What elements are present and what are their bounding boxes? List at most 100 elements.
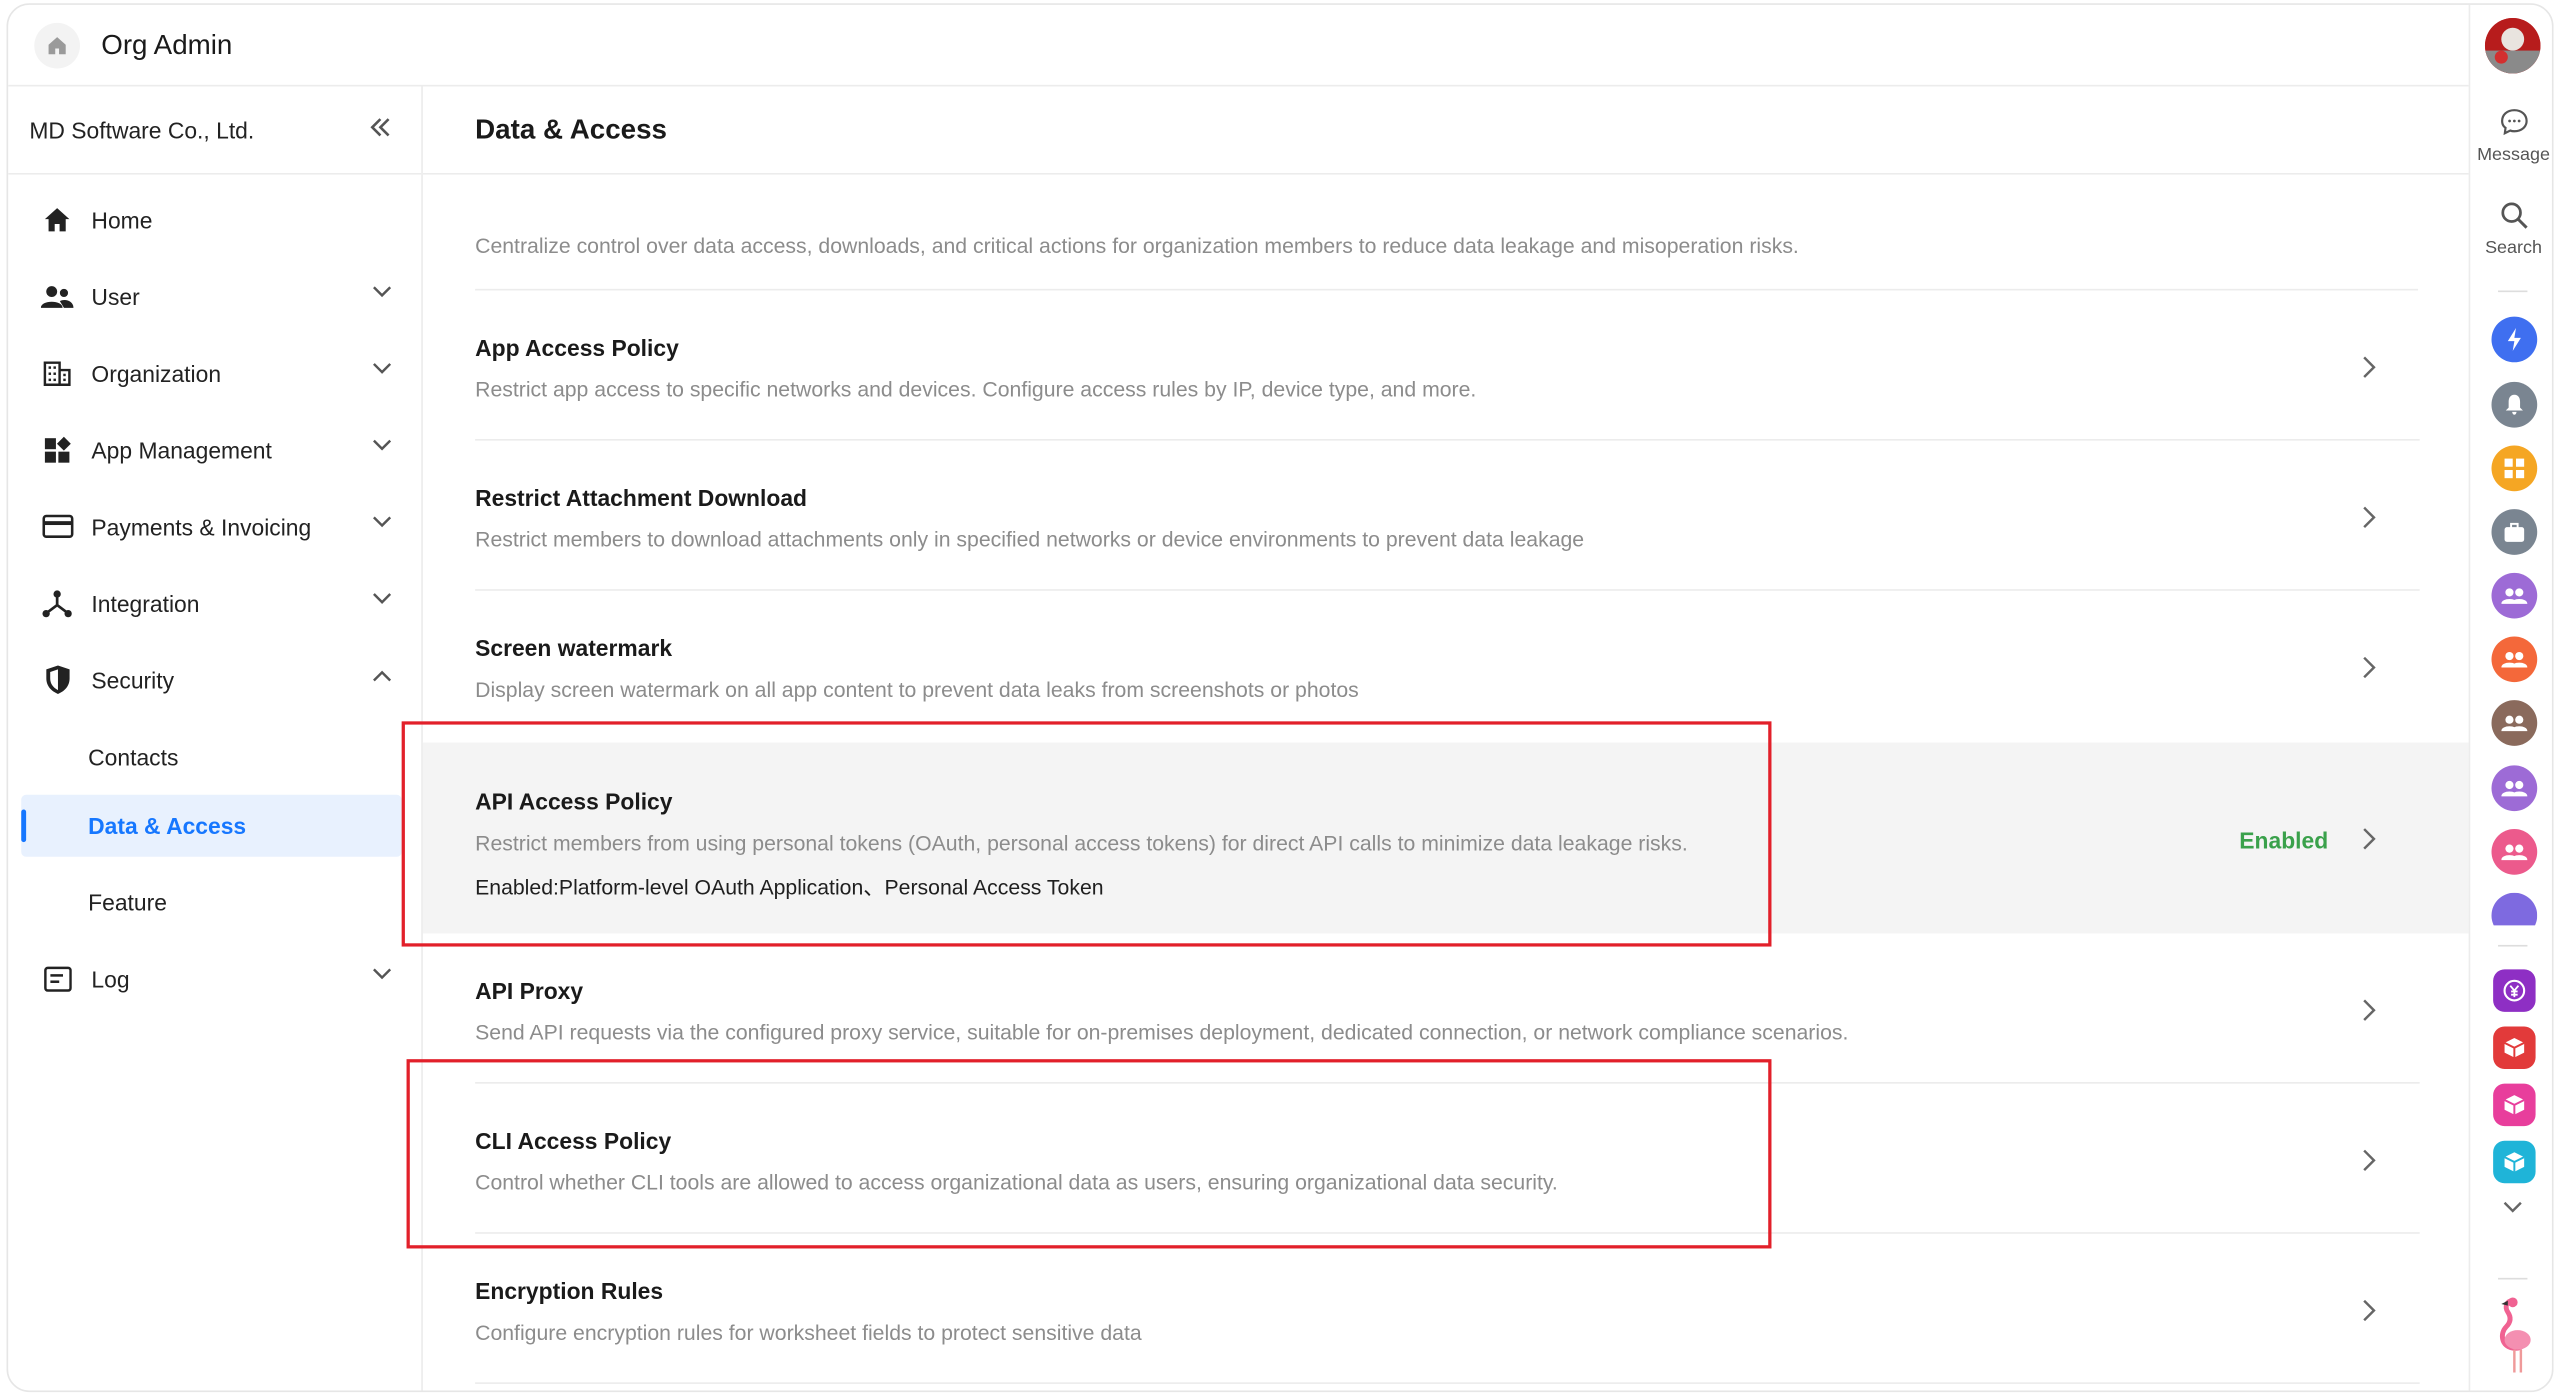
sidebar-item-label: Log xyxy=(91,965,130,992)
org-name: MD Software Co., Ltd. xyxy=(29,116,255,143)
divider xyxy=(2498,944,2528,947)
box-red-app-icon[interactable] xyxy=(2493,1026,2536,1069)
group-violet-icon[interactable] xyxy=(2491,765,2538,812)
chevron-right-icon xyxy=(2363,828,2376,850)
chevron-right-icon xyxy=(2363,999,2376,1021)
policy-description: Display screen watermark on all app cont… xyxy=(475,677,1359,702)
policy-title: App Access Policy xyxy=(475,334,679,361)
policy-description: Configure encryption rules for worksheet… xyxy=(475,1320,1142,1345)
chevron-down-icon[interactable] xyxy=(2503,1201,2523,1214)
finance-app-icon[interactable] xyxy=(2493,969,2536,1012)
briefcase-app-icon[interactable] xyxy=(2491,509,2538,555)
top-bar: Org Admin xyxy=(8,5,2469,87)
divider xyxy=(2498,290,2528,293)
group-purple-icon[interactable] xyxy=(2491,572,2538,619)
sidebar-item-integration[interactable]: Integration xyxy=(8,565,421,642)
sidebar-item-label: Contacts xyxy=(88,743,179,770)
home-button[interactable] xyxy=(34,22,81,68)
group-pink-icon[interactable] xyxy=(2491,829,2538,875)
search-button[interactable]: Search xyxy=(2470,199,2552,258)
divider xyxy=(475,1382,2420,1384)
sidebar-item-organization[interactable]: Organization xyxy=(8,335,421,412)
group-partial-icon[interactable] xyxy=(2491,892,2538,926)
chevron-right-icon xyxy=(2363,356,2376,378)
sidebar-item-contacts[interactable]: Contacts xyxy=(8,718,421,795)
page-header: Data & Access xyxy=(422,86,2469,175)
policy-title: Screen watermark xyxy=(475,634,673,661)
sidebar-item-label: Data & Access xyxy=(88,812,247,839)
workflow-app-icon[interactable] xyxy=(2491,316,2538,363)
policy-row-screen-watermark[interactable]: Screen watermark Display screen watermar… xyxy=(423,591,2469,743)
policy-row-encryption-rules[interactable]: Encryption Rules Configure encryption ru… xyxy=(423,1234,2469,1384)
policy-title: Encryption Rules xyxy=(475,1277,664,1304)
chevron-down-icon xyxy=(373,593,392,604)
policy-title: Restrict Attachment Download xyxy=(475,484,808,511)
chevron-down-icon xyxy=(373,286,392,298)
chevron-down-icon xyxy=(373,439,392,451)
users-icon xyxy=(40,280,74,313)
home-icon xyxy=(48,36,66,54)
policy-title: CLI Access Policy xyxy=(475,1127,672,1154)
shield-icon xyxy=(41,663,74,696)
app-window: Org Admin MD Software Co., Ltd. Home Use… xyxy=(6,3,2554,1393)
sidebar-item-label: Home xyxy=(91,206,153,233)
grid-app-icon[interactable] xyxy=(2491,445,2538,492)
sidebar-item-log[interactable]: Log xyxy=(8,940,421,1017)
page-title: Data & Access xyxy=(475,113,667,145)
chevron-down-icon xyxy=(373,363,392,374)
sidebar-item-label: Payments & Invoicing xyxy=(91,513,312,540)
policy-row-cli-access[interactable]: CLI Access Policy Control whether CLI to… xyxy=(423,1084,2469,1234)
group-orange-icon[interactable] xyxy=(2491,636,2538,683)
chevron-down-icon xyxy=(373,516,392,528)
sidebar-item-label: Integration xyxy=(91,589,200,617)
policy-row-api-proxy[interactable]: API Proxy Send API requests via the conf… xyxy=(423,934,2469,1084)
message-icon xyxy=(2500,109,2527,136)
sidebar-item-feature[interactable]: Feature xyxy=(8,863,421,940)
notification-app-icon[interactable] xyxy=(2491,381,2538,428)
policy-description: Restrict members from using personal tok… xyxy=(475,830,1688,856)
box-pink-app-icon[interactable] xyxy=(2493,1083,2536,1127)
policy-row-app-access[interactable]: App Access Policy Restrict app access to… xyxy=(423,290,2469,441)
sidebar-item-label: Organization xyxy=(91,359,222,386)
sidebar-item-label: Feature xyxy=(88,888,167,915)
home-icon xyxy=(41,203,74,236)
sidebar-item-label: App Management xyxy=(91,436,272,463)
sidebar-item-label: Security xyxy=(91,666,175,693)
apps-icon xyxy=(41,433,74,466)
flamingo-mascot-icon xyxy=(2499,1297,2531,1373)
log-icon xyxy=(41,962,74,995)
policy-description: Restrict app access to specific networks… xyxy=(475,376,1477,402)
chevron-right-icon xyxy=(2363,656,2376,679)
sidebar-item-app-management[interactable]: App Management xyxy=(8,411,421,488)
collapse-sidebar-icon[interactable] xyxy=(369,116,392,144)
policy-description: Control whether CLI tools are allowed to… xyxy=(475,1170,1558,1195)
chevron-right-icon xyxy=(2363,1149,2376,1172)
divider xyxy=(2498,1277,2528,1280)
sidebar: MD Software Co., Ltd. Home User Organiza… xyxy=(8,86,423,1391)
sidebar-item-user[interactable]: User xyxy=(8,258,421,335)
integration-icon xyxy=(41,587,74,620)
group-brown-icon[interactable] xyxy=(2491,700,2538,746)
org-header: MD Software Co., Ltd. xyxy=(8,86,422,175)
search-label: Search xyxy=(2485,238,2542,258)
main-content: Data & Access Centralize control over da… xyxy=(422,86,2469,1390)
policy-row-api-access[interactable]: API Access Policy Restrict members from … xyxy=(422,742,2469,934)
chevron-up-icon xyxy=(373,670,392,682)
chevron-right-icon xyxy=(2363,506,2376,529)
policy-enabled-detail: Enabled:Platform-level OAuth Application… xyxy=(475,874,1104,900)
avatar[interactable] xyxy=(2484,17,2541,74)
policy-title: API Access Policy xyxy=(475,788,673,815)
right-rail: Message Search xyxy=(2468,4,2552,1391)
sidebar-item-data-access[interactable]: Data & Access xyxy=(21,794,402,857)
sidebar-item-security[interactable]: Security xyxy=(8,641,421,718)
sidebar-item-home[interactable]: Home xyxy=(8,181,421,258)
chevron-right-icon xyxy=(2363,1299,2376,1322)
chevron-down-icon xyxy=(373,968,392,980)
message-button[interactable]: Message xyxy=(2470,106,2552,165)
credit-card-icon xyxy=(41,510,74,543)
policy-row-attachment-download[interactable]: Restrict Attachment Download Restrict me… xyxy=(423,441,2469,591)
box-cyan-app-icon[interactable] xyxy=(2493,1140,2536,1184)
policy-description: Send API requests via the configured pro… xyxy=(475,1020,1849,1045)
app-title: Org Admin xyxy=(101,28,233,60)
sidebar-item-payments[interactable]: Payments & Invoicing xyxy=(8,488,421,565)
